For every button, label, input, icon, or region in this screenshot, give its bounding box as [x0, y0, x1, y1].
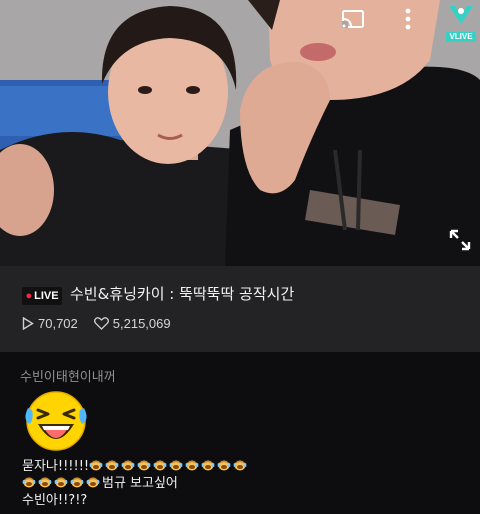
- comment-line-2: 범규 보고싶어: [22, 475, 249, 492]
- crying-face-emoji-icon: [22, 476, 36, 488]
- video-stats: 70,702 5,215,069: [22, 316, 171, 331]
- heart-icon: [93, 317, 109, 330]
- play-count: 70,702: [38, 316, 78, 331]
- emoji-row-1: [89, 459, 249, 474]
- heart-count: 5,215,069: [112, 316, 171, 331]
- crying-face-emoji-icon: [70, 476, 84, 488]
- laughing-face-sticker: [25, 391, 87, 451]
- video-player[interactable]: VLIVE: [0, 0, 480, 266]
- vlive-logo-text: VLIVE: [446, 32, 476, 42]
- crying-face-emoji-icon: [137, 459, 151, 471]
- live-dot-icon: ●: [25, 290, 33, 302]
- vlive-mark-icon: [449, 6, 473, 24]
- comment-body: 묻자나!!!!!! 범규 보고싶어 수빈아!!?!?: [22, 458, 249, 509]
- comment-line-3: 수빈아!!?!?: [22, 493, 88, 508]
- comment-line-1: 묻자나!!!!!!: [22, 458, 249, 475]
- crying-face-emoji-icon: [105, 459, 119, 471]
- vlive-logo: VLIVE: [446, 4, 476, 42]
- crying-face-emoji-icon: [38, 476, 52, 488]
- crying-face-emoji-icon: [86, 476, 100, 488]
- video-frame: [0, 0, 480, 266]
- crying-face-emoji-icon: [89, 459, 103, 471]
- comment-line-1-text: 묻자나!!!!!!: [22, 459, 90, 474]
- video-info-panel: [0, 266, 480, 352]
- video-title[interactable]: 수빈&휴닝카이 : 뚝딱뚝딱 공작시간: [70, 283, 294, 304]
- crying-face-emoji-icon: [217, 459, 231, 471]
- crying-face-emoji-icon: [54, 476, 68, 488]
- live-badge: ● LIVE: [22, 287, 62, 305]
- comment-line-2-text: 범규 보고싶어: [102, 476, 178, 491]
- crying-face-emoji-icon: [233, 459, 247, 471]
- crying-face-emoji-icon: [185, 459, 199, 471]
- crying-face-emoji-icon: [169, 459, 183, 471]
- crying-face-emoji-icon: [153, 459, 167, 471]
- cast-icon[interactable]: [342, 10, 364, 28]
- emoji-row-2: [22, 476, 102, 491]
- crying-face-emoji-icon: [201, 459, 215, 471]
- more-vertical-icon[interactable]: [400, 8, 416, 30]
- comment-username[interactable]: 수빈이태현이내꺼: [20, 366, 116, 385]
- crying-face-emoji-icon: [121, 459, 135, 471]
- fullscreen-icon[interactable]: [448, 228, 472, 252]
- live-label: LIVE: [34, 290, 59, 302]
- play-icon: [22, 317, 34, 330]
